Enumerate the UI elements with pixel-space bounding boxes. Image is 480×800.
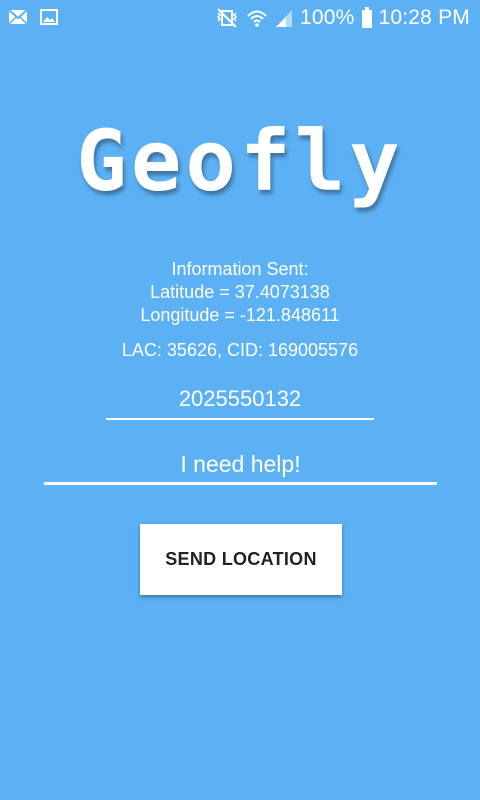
phone-number-input[interactable]: 2025550132 — [106, 382, 374, 420]
image-icon — [40, 9, 58, 25]
message-input[interactable]: I need help! — [44, 446, 437, 485]
battery-percent: 100% — [299, 6, 355, 29]
status-system: 100% 10:28 PM — [214, 6, 470, 30]
status-clock: 10:28 PM — [378, 6, 470, 29]
send-location-button[interactable]: SEND LOCATION — [140, 524, 342, 595]
battery-icon — [361, 7, 373, 29]
sent-info: Information Sent: Latitude = 37.4073138 … — [0, 258, 480, 327]
signal-icon — [274, 8, 294, 28]
status-bar: 100% 10:28 PM — [0, 0, 480, 36]
info-header: Information Sent: — [171, 259, 309, 279]
mail-icon — [8, 9, 28, 25]
longitude-text: Longitude = -121.848611 — [140, 305, 340, 325]
status-notifications — [8, 9, 58, 25]
wifi-icon — [246, 8, 268, 28]
cell-info-text: LAC: 35626, CID: 169005576 — [121, 340, 359, 360]
latitude-text: Latitude = 37.4073138 — [150, 282, 330, 302]
app-logo: Geofly — [76, 112, 404, 210]
vibrate-mute-icon — [214, 8, 240, 28]
